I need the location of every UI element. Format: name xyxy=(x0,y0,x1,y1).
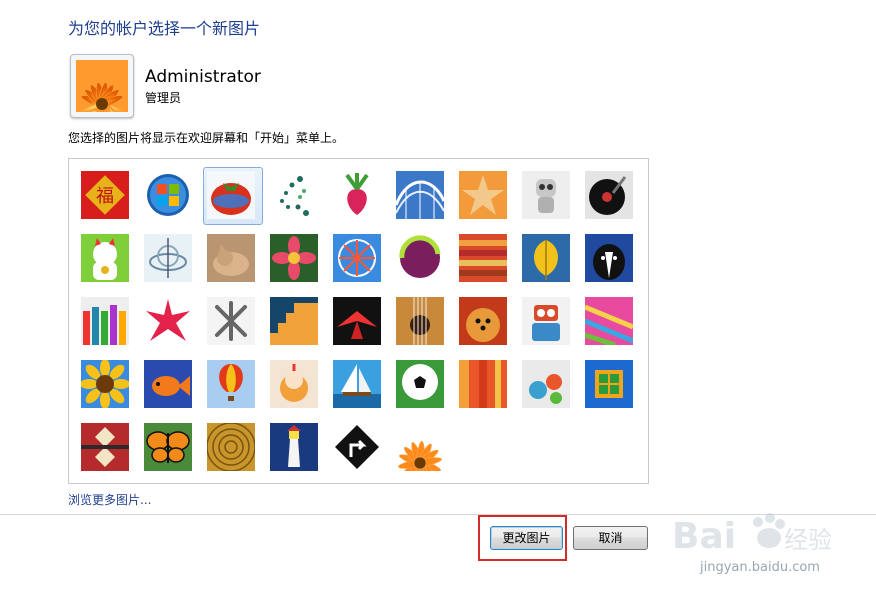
picture-tile-starfish[interactable] xyxy=(459,171,507,219)
picture-tile-scarf[interactable] xyxy=(585,297,633,345)
robot-toy-image xyxy=(522,171,570,219)
change-picture-button[interactable]: 更改图片 xyxy=(490,526,563,550)
picture-tile-robot-toy[interactable] xyxy=(522,171,570,219)
picture-tile-fu-character[interactable]: 福 xyxy=(81,171,129,219)
border-collie-image xyxy=(585,234,633,282)
picture-tile-stairs[interactable] xyxy=(270,297,318,345)
picture-tile-paper-crane[interactable] xyxy=(333,297,381,345)
green-window-image xyxy=(585,360,633,408)
fabric-image xyxy=(459,360,507,408)
starfish-image xyxy=(459,171,507,219)
tomato-robot-image xyxy=(207,171,255,219)
svg-text:Bai: Bai xyxy=(672,516,736,557)
picture-description: 您选择的图片将显示在欢迎屏幕和「开始」菜单上。 xyxy=(68,131,345,145)
picture-tile-yellow-leaf[interactable] xyxy=(522,234,570,282)
picture-tile-wicker[interactable] xyxy=(207,423,255,471)
picture-tile-guitar[interactable] xyxy=(396,297,444,345)
picture-tile-tin-robot[interactable] xyxy=(522,297,570,345)
record-player-image xyxy=(585,171,633,219)
jacks-image xyxy=(207,297,255,345)
picture-tile-red-star[interactable] xyxy=(144,297,192,345)
fabric-stack-image xyxy=(459,234,507,282)
yellow-leaf-image xyxy=(522,234,570,282)
picture-tile-sailboat[interactable] xyxy=(333,360,381,408)
ball-image xyxy=(396,234,444,282)
marbles-image xyxy=(522,360,570,408)
svg-text:经验: 经验 xyxy=(784,526,832,554)
picture-tile-rug-pattern[interactable] xyxy=(81,423,129,471)
picture-tile-crayons[interactable] xyxy=(81,297,129,345)
guitar-image xyxy=(396,297,444,345)
crayons-image xyxy=(81,297,129,345)
picture-tile-fabric-stack[interactable] xyxy=(459,234,507,282)
lighthouse-image xyxy=(270,423,318,471)
picture-tile-doll[interactable] xyxy=(270,360,318,408)
picture-tile-roller-coaster[interactable] xyxy=(396,171,444,219)
browse-more-pictures-link[interactable]: 浏览更多图片... xyxy=(68,491,151,508)
soccer-ball-image xyxy=(396,360,444,408)
windows-logo-image xyxy=(144,171,192,219)
picture-tile-tomato-robot[interactable] xyxy=(207,171,255,219)
tin-robot-image xyxy=(522,297,570,345)
roller-coaster-image xyxy=(396,171,444,219)
picture-tile-hot-air-balloon[interactable] xyxy=(207,360,255,408)
current-avatar xyxy=(70,54,134,118)
stairs-image xyxy=(270,297,318,345)
dot-swirl-image xyxy=(270,171,318,219)
picture-tile-windows-logo[interactable] xyxy=(144,171,192,219)
picture-tile-fish[interactable] xyxy=(144,360,192,408)
picture-tile-dot-swirl[interactable] xyxy=(270,171,318,219)
picture-tile-gyroscope[interactable] xyxy=(144,234,192,282)
radish-image xyxy=(333,171,381,219)
picture-tile-border-collie[interactable] xyxy=(585,234,633,282)
picture-tile-soccer-ball[interactable] xyxy=(396,360,444,408)
fish-image xyxy=(144,360,192,408)
rug-pattern-image xyxy=(81,423,129,471)
picture-tile-kitten[interactable] xyxy=(207,234,255,282)
doll-image xyxy=(270,360,318,408)
road-sign-image xyxy=(333,423,381,471)
picture-tile-radish[interactable] xyxy=(333,171,381,219)
user-role: 管理员 xyxy=(145,91,182,105)
picture-tile-pink-flower[interactable] xyxy=(270,234,318,282)
picture-tile-ferris-wheel[interactable] xyxy=(333,234,381,282)
picture-tile-jacks[interactable] xyxy=(207,297,255,345)
dialog-title: 为您的帐户选择一个新图片 xyxy=(68,19,261,38)
cancel-button[interactable]: 取消 xyxy=(573,526,648,550)
picture-tile-lighthouse[interactable] xyxy=(270,423,318,471)
paper-crane-image xyxy=(333,297,381,345)
picture-tile-ball[interactable] xyxy=(396,234,444,282)
picture-tile-pomeranian[interactable] xyxy=(459,297,507,345)
watermark-url: jingyan.baidu.com xyxy=(700,560,820,575)
picture-tile-record-player[interactable] xyxy=(585,171,633,219)
lucky-cat-image xyxy=(81,234,129,282)
hot-air-balloon-image xyxy=(207,360,255,408)
pomeranian-image xyxy=(459,297,507,345)
svg-text:福: 福 xyxy=(96,186,114,207)
picture-tile-sunflower[interactable] xyxy=(81,360,129,408)
ferris-wheel-image xyxy=(333,234,381,282)
wicker-image xyxy=(207,423,255,471)
picture-tile-road-sign[interactable] xyxy=(333,423,381,471)
user-name: Administrator xyxy=(145,67,261,87)
orange-flower-image xyxy=(396,423,444,471)
picture-tile-marbles[interactable] xyxy=(522,360,570,408)
fu-character-image: 福 xyxy=(81,171,129,219)
gyroscope-image xyxy=(144,234,192,282)
picture-tile-green-window[interactable] xyxy=(585,360,633,408)
picture-tile-lucky-cat[interactable] xyxy=(81,234,129,282)
sailboat-image xyxy=(333,360,381,408)
red-star-image xyxy=(144,297,192,345)
butterfly-image xyxy=(144,423,192,471)
picture-tile-orange-flower[interactable] xyxy=(396,423,444,471)
pink-flower-image xyxy=(270,234,318,282)
orange-flower-avatar-image xyxy=(76,60,128,112)
picture-tile-butterfly[interactable] xyxy=(144,423,192,471)
picture-tile-fabric[interactable] xyxy=(459,360,507,408)
scarf-image xyxy=(585,297,633,345)
sunflower-image xyxy=(81,360,129,408)
kitten-image xyxy=(207,234,255,282)
